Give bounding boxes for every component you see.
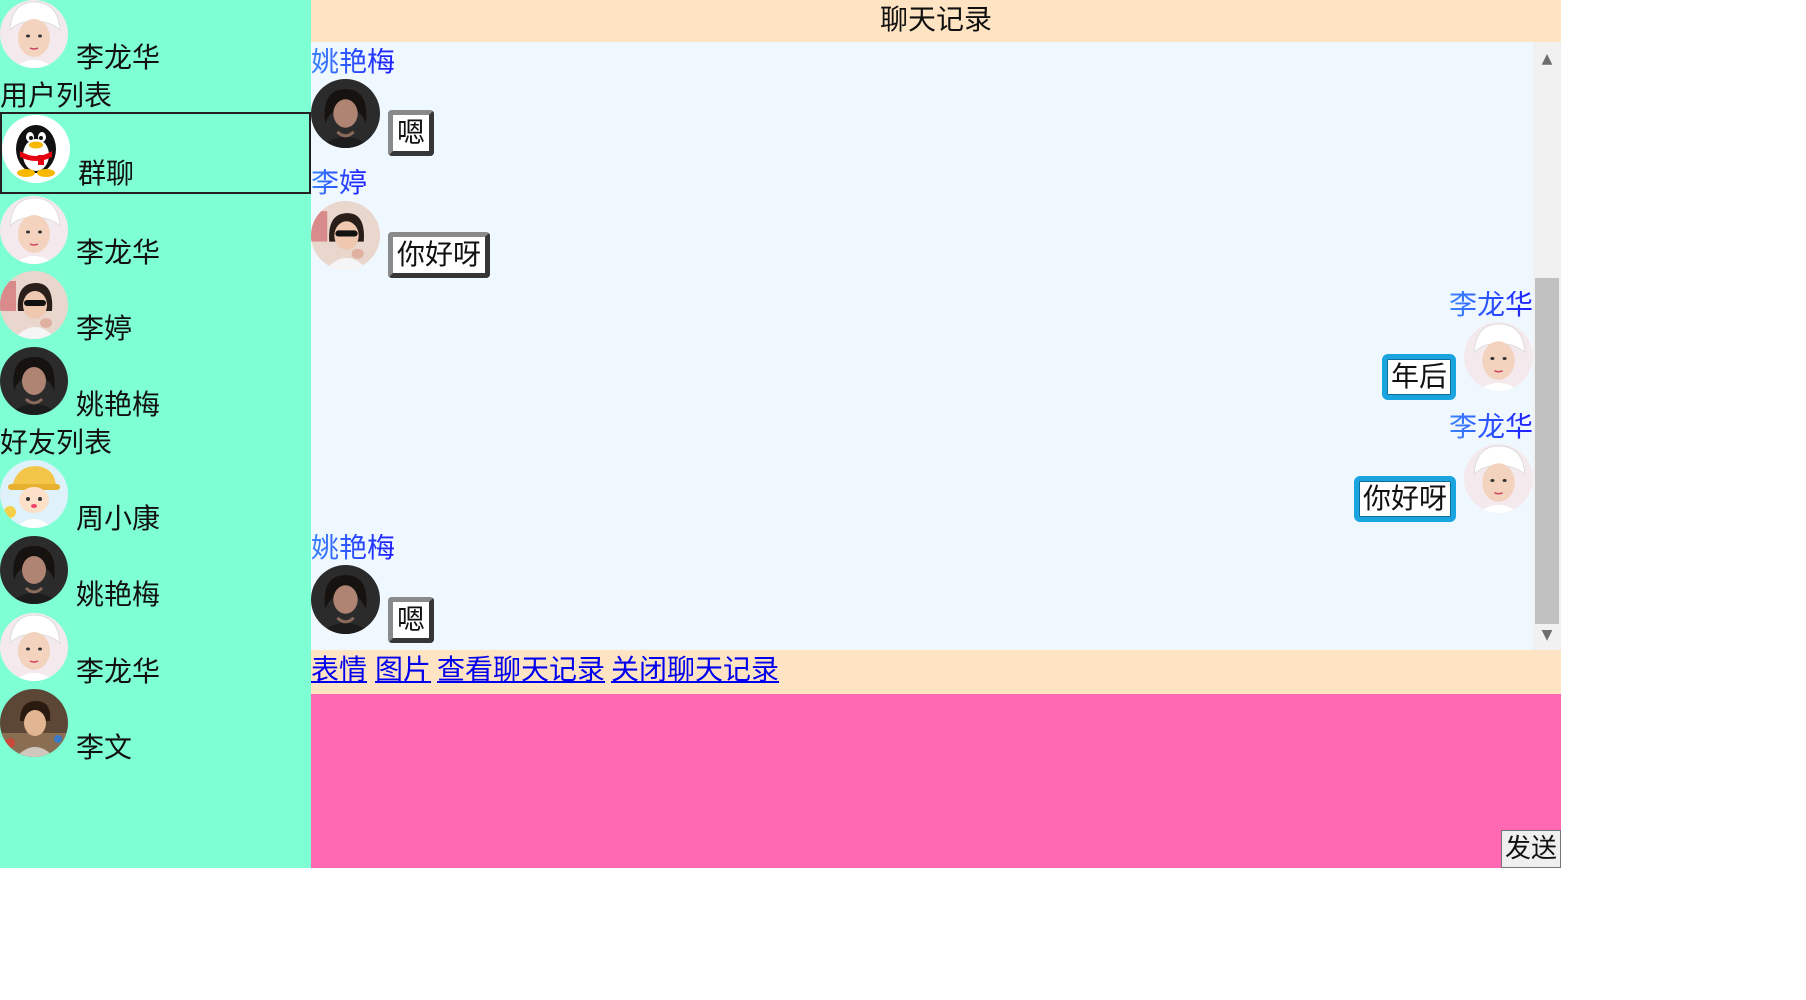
boy-avatar-icon [0,196,68,264]
girl-avatar-icon [0,271,68,339]
scrollbar-thumb[interactable] [1535,278,1559,624]
scroll-down-arrow-icon[interactable]: ▼ [1533,628,1561,642]
image-link[interactable]: 图片 [375,653,431,686]
message-bubble: 年后 [1381,354,1456,400]
current-user-avatar [0,0,68,68]
friend-list-item-label: 李文 [76,731,133,764]
current-user-name: 李龙华 [76,41,161,74]
message-bubble: 你好呀 [388,232,491,278]
send-button[interactable]: 发送 [1500,830,1561,868]
woman-avatar-icon [311,79,380,148]
message-bubble: 嗯 [388,110,435,156]
boy-avatar-icon [1464,322,1533,391]
sidebar: 李龙华 用户列表 群聊 李龙华 李婷 姚艳梅 好友列表 周小康 姚艳梅 李龙华 … [0,0,311,868]
message-sender: 姚艳梅 [311,45,396,78]
chat-title: 聊天记录 [311,0,1561,42]
boy-avatar-icon [1464,444,1533,513]
user-list-item-label: 李婷 [76,312,133,345]
woman-avatar-icon [311,565,380,634]
woman-avatar-icon [0,536,68,604]
girl-avatar-icon [311,201,380,270]
message-list: 姚艳梅 嗯 李婷 你好呀 李龙华 年后 李龙华 你好呀 姚艳梅 嗯 [311,42,1533,650]
message-sender: 李婷 [311,166,368,199]
close-history-link[interactable]: 关闭聊天记录 [611,653,779,686]
qq-penguin-avatar-icon [2,115,70,183]
message-bubble: 你好呀 [1353,476,1456,522]
friend-list-item-label: 周小康 [76,502,161,535]
friend-list-item-label: 姚艳梅 [76,578,161,611]
message-bubble: 嗯 [388,597,435,643]
chat-panel: 聊天记录 姚艳梅 嗯 李婷 你好呀 李龙华 年后 李龙华 你好呀 姚艳梅 嗯 ▲… [311,0,1561,868]
message-scrollbar[interactable]: ▲ ▼ [1533,42,1561,650]
user-list-label: 用户列表 [0,79,113,112]
woman-avatar-icon [0,347,68,415]
message-sender: 李龙华 [1448,410,1533,443]
user-list-item-label: 群聊 [78,157,135,190]
chat-toolbar: 表情 图片 查看聊天记录 关闭聊天记录 [311,650,1561,694]
message-sender: 李龙华 [1448,288,1533,321]
child-photo-avatar-icon [0,689,68,757]
friend-list-label: 好友列表 [0,426,113,459]
user-list-item-label: 李龙华 [76,236,161,269]
friend-list-item-label: 李龙华 [76,655,161,688]
message-composer[interactable]: 发送 [311,694,1561,868]
scroll-up-arrow-icon[interactable]: ▲ [1533,52,1561,66]
message-sender: 姚艳梅 [311,531,396,564]
user-list-item-label: 姚艳梅 [76,388,161,421]
emoji-link[interactable]: 表情 [311,653,367,686]
cartoon-kid-avatar-icon [0,460,68,528]
boy-avatar-icon [0,613,68,681]
view-history-link[interactable]: 查看聊天记录 [437,653,605,686]
